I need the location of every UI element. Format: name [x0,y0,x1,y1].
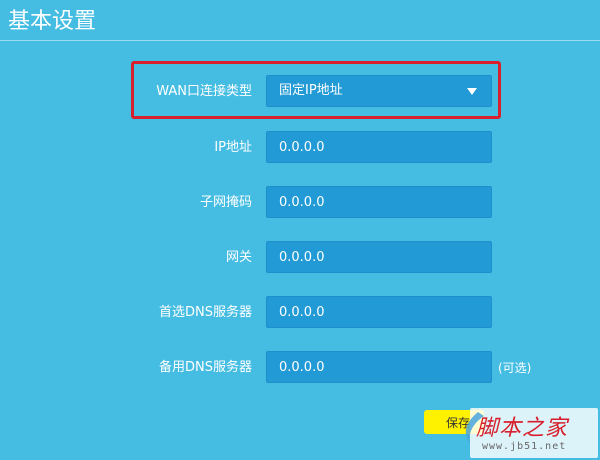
optional-note: (可选) [498,361,532,375]
dns-primary-label: 首选DNS服务器 [159,305,252,320]
chevron-down-icon [467,88,477,95]
watermark-main-text: 脚本之家 [476,416,569,441]
watermark-logo: 脚本之家 www.jb51.net [465,408,598,458]
wan-type-label: WAN口连接类型 [156,84,252,99]
ip-row: IP地址 [0,131,600,165]
dns-secondary-row: 备用DNS服务器 (可选) [0,351,600,385]
gateway-row: 网关 [0,241,600,275]
page-title: 基本设置 [8,9,97,34]
wan-type-row: WAN口连接类型 固定IP地址 [0,75,600,109]
wan-type-select[interactable]: 固定IP地址 [266,75,492,107]
dns-primary-row: 首选DNS服务器 [0,296,600,330]
subnet-label: 子网掩码 [199,195,252,210]
title-divider [0,40,600,41]
dns-secondary-input[interactable] [266,351,492,383]
subnet-input[interactable] [266,186,492,218]
dns-primary-input[interactable] [266,296,492,328]
gateway-input[interactable] [266,241,492,273]
gateway-label: 网关 [225,250,252,265]
dns-secondary-label: 备用DNS服务器 [159,360,252,375]
watermark-url-text: www.jb51.net [482,441,567,452]
ip-input[interactable] [266,131,492,163]
subnet-row: 子网掩码 [0,186,600,220]
ip-label: IP地址 [214,140,252,155]
wan-type-selected-value: 固定IP地址 [279,83,343,98]
